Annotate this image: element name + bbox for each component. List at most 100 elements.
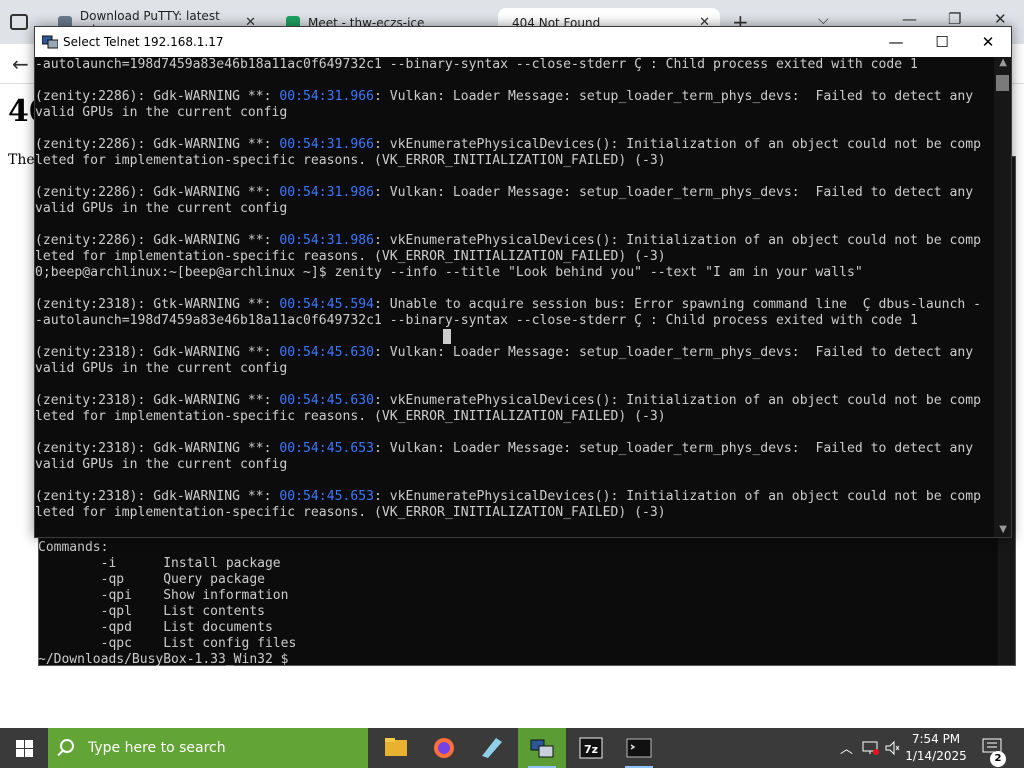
terminal-timestamp: 00:54:45.653	[279, 441, 374, 456]
console-line: -qpl List contents	[38, 604, 265, 619]
console-icon	[626, 738, 652, 758]
terminal-line: valid GPUs in the current config	[35, 105, 995, 121]
start-button[interactable]	[0, 728, 48, 768]
network-icon[interactable]	[862, 740, 880, 756]
window-titlebar[interactable]: Select Telnet 192.168.1.17 — ☐ ✕	[35, 27, 1011, 57]
terminal-line-text: : Vulkan: Loader Message: setup_loader_t…	[374, 185, 974, 200]
terminal-timestamp: 00:54:45.630	[279, 393, 374, 408]
console-line: ~/Downloads/BusyBox-1.33_Win32 $	[38, 652, 289, 667]
taskbar-console[interactable]	[615, 728, 663, 768]
taskbar-file-explorer[interactable]	[372, 728, 420, 768]
terminal-line-text: (zenity:2286): Gdk-WARNING **:	[35, 137, 280, 152]
terminal-line: (zenity:2318): Gdk-WARNING **: 00:54:45.…	[35, 345, 995, 361]
terminal-timestamp: 00:54:45.594	[279, 297, 374, 312]
windows-logo-icon	[25, 749, 33, 757]
terminal-line: leted for implementation-specific reason…	[35, 505, 995, 521]
scroll-up-icon[interactable]: ▲	[999, 57, 1007, 68]
terminal-line: valid GPUs in the current config	[35, 201, 995, 217]
busybox-console-output: Commands: -i Install package -qp Query p…	[38, 540, 978, 668]
terminal-line-text: valid GPUs in the current config	[35, 105, 288, 120]
terminal-line: valid GPUs in the current config	[35, 457, 995, 473]
console-line: Commands:	[38, 540, 109, 555]
console-line: -qp Query package	[38, 572, 265, 587]
clock-time[interactable]: 7:54 PM	[896, 732, 976, 746]
terminal-line-text: : Vulkan: Loader Message: setup_loader_t…	[374, 441, 974, 456]
terminal-output[interactable]: -autolaunch=198d7459a83e46b18a11ac0f6497…	[35, 57, 995, 537]
taskbar-notes-app[interactable]	[468, 728, 516, 768]
notification-count-badge: 2	[990, 751, 1006, 767]
text-cursor	[443, 329, 451, 344]
back-arrow-icon[interactable]: ←	[12, 52, 29, 76]
terminal-line-text: (zenity:2286): Gdk-WARNING **:	[35, 89, 280, 104]
minimize-button[interactable]: —	[873, 30, 919, 54]
terminal-line-text: : vkEnumeratePhysicalDevices(): Initiali…	[374, 393, 981, 408]
taskbar-firefox[interactable]	[420, 728, 468, 768]
terminal-line-text: : vkEnumeratePhysicalDevices(): Initiali…	[374, 137, 981, 152]
terminal-line-text: leted for implementation-specific reason…	[35, 409, 666, 424]
folder-icon	[385, 738, 407, 756]
terminal-line: -autolaunch=198d7459a83e46b18a11ac0f6497…	[35, 313, 995, 329]
terminal-timestamp: 00:54:31.966	[279, 137, 374, 152]
scroll-down-icon[interactable]: ▼	[999, 524, 1007, 535]
console-line: -i Install package	[38, 556, 281, 571]
terminal-line-text: (zenity:2286): Gdk-WARNING **:	[35, 185, 280, 200]
terminal-line-text: -autolaunch=198d7459a83e46b18a11ac0f6497…	[35, 57, 918, 72]
taskbar: Type here to search 7z ︿ 7:54 PM 1/14/20…	[0, 728, 1024, 768]
terminal-line-text: valid GPUs in the current config	[35, 361, 288, 376]
terminal-line-text: leted for implementation-specific reason…	[35, 153, 666, 168]
terminal-line: 0;beep@archlinux:~[beep@archlinux ~]$ ze…	[35, 265, 995, 281]
terminal-line: (zenity:2286): Gdk-WARNING **: 00:54:31.…	[35, 185, 995, 201]
terminal-line-text: : Unable to acquire session bus: Error s…	[374, 297, 981, 312]
notes-app-icon	[482, 738, 502, 758]
terminal-timestamp: 00:54:45.630	[279, 345, 374, 360]
terminal-line-text: (zenity:2286): Gdk-WARNING **:	[35, 233, 280, 248]
terminal-line: (zenity:2318): Gdk-WARNING **: 00:54:45.…	[35, 441, 995, 457]
console-line: -qpi Show information	[38, 588, 289, 603]
terminal-line-text: : vkEnumeratePhysicalDevices(): Initiali…	[374, 489, 981, 504]
windows-logo-icon	[16, 749, 24, 757]
terminal-line-text: (zenity:2318): Gdk-WARNING **:	[35, 393, 280, 408]
tray-chevron-up-icon[interactable]: ︿	[840, 738, 853, 757]
terminal-timestamp: 00:54:31.966	[279, 89, 374, 104]
terminal-line-text: leted for implementation-specific reason…	[35, 249, 666, 264]
terminal-app-icon	[42, 35, 58, 49]
terminal-line-text: (zenity:2318): Gtk-WARNING **:	[35, 297, 280, 312]
terminal-timestamp: 00:54:45.653	[279, 489, 374, 504]
firefox-icon	[434, 738, 454, 758]
terminal-line-text: : Vulkan: Loader Message: setup_loader_t…	[374, 89, 974, 104]
telnet-window[interactable]: Select Telnet 192.168.1.17 — ☐ ✕ -autola…	[34, 26, 1012, 538]
clock-date[interactable]: 1/14/2025	[896, 749, 976, 763]
terminal-line-text: valid GPUs in the current config	[35, 201, 288, 216]
terminal-line-text: : Vulkan: Loader Message: setup_loader_t…	[374, 345, 974, 360]
tab-list-icon[interactable]	[10, 14, 28, 30]
terminal-line-text: (zenity:2318): Gdk-WARNING **:	[35, 345, 280, 360]
terminal-line: (zenity:2286): Gdk-WARNING **: 00:54:31.…	[35, 137, 995, 153]
close-button[interactable]: ✕	[965, 30, 1011, 54]
terminal-line-text: leted for implementation-specific reason…	[35, 505, 666, 520]
maximize-button[interactable]: ☐	[919, 30, 965, 54]
terminal-line: valid GPUs in the current config	[35, 361, 995, 377]
scrollbar-thumb[interactable]	[996, 75, 1009, 91]
terminal-line: (zenity:2286): Gdk-WARNING **: 00:54:31.…	[35, 89, 995, 105]
window-title: Select Telnet 192.168.1.17	[63, 35, 224, 49]
terminal-line: (zenity:2286): Gdk-WARNING **: 00:54:31.…	[35, 233, 995, 249]
terminal-line-text: : vkEnumeratePhysicalDevices(): Initiali…	[374, 233, 981, 248]
taskbar-7zip[interactable]: 7z	[567, 728, 615, 768]
terminal-line: (zenity:2318): Gdk-WARNING **: 00:54:45.…	[35, 393, 995, 409]
taskbar-telnet[interactable]	[518, 728, 566, 768]
search-placeholder: Type here to search	[88, 740, 226, 756]
terminal-app-icon	[530, 739, 554, 758]
terminal-line-text: 0;beep@archlinux:~[beep@archlinux ~]$ ze…	[35, 265, 863, 280]
console-line: -qpc List config files	[38, 636, 297, 651]
terminal-line: -autolaunch=198d7459a83e46b18a11ac0f6497…	[35, 57, 995, 73]
scrollbar[interactable]	[994, 57, 1011, 537]
terminal-line-text: (zenity:2318): Gdk-WARNING **:	[35, 441, 280, 456]
terminal-line-text: (zenity:2318): Gdk-WARNING **:	[35, 489, 280, 504]
